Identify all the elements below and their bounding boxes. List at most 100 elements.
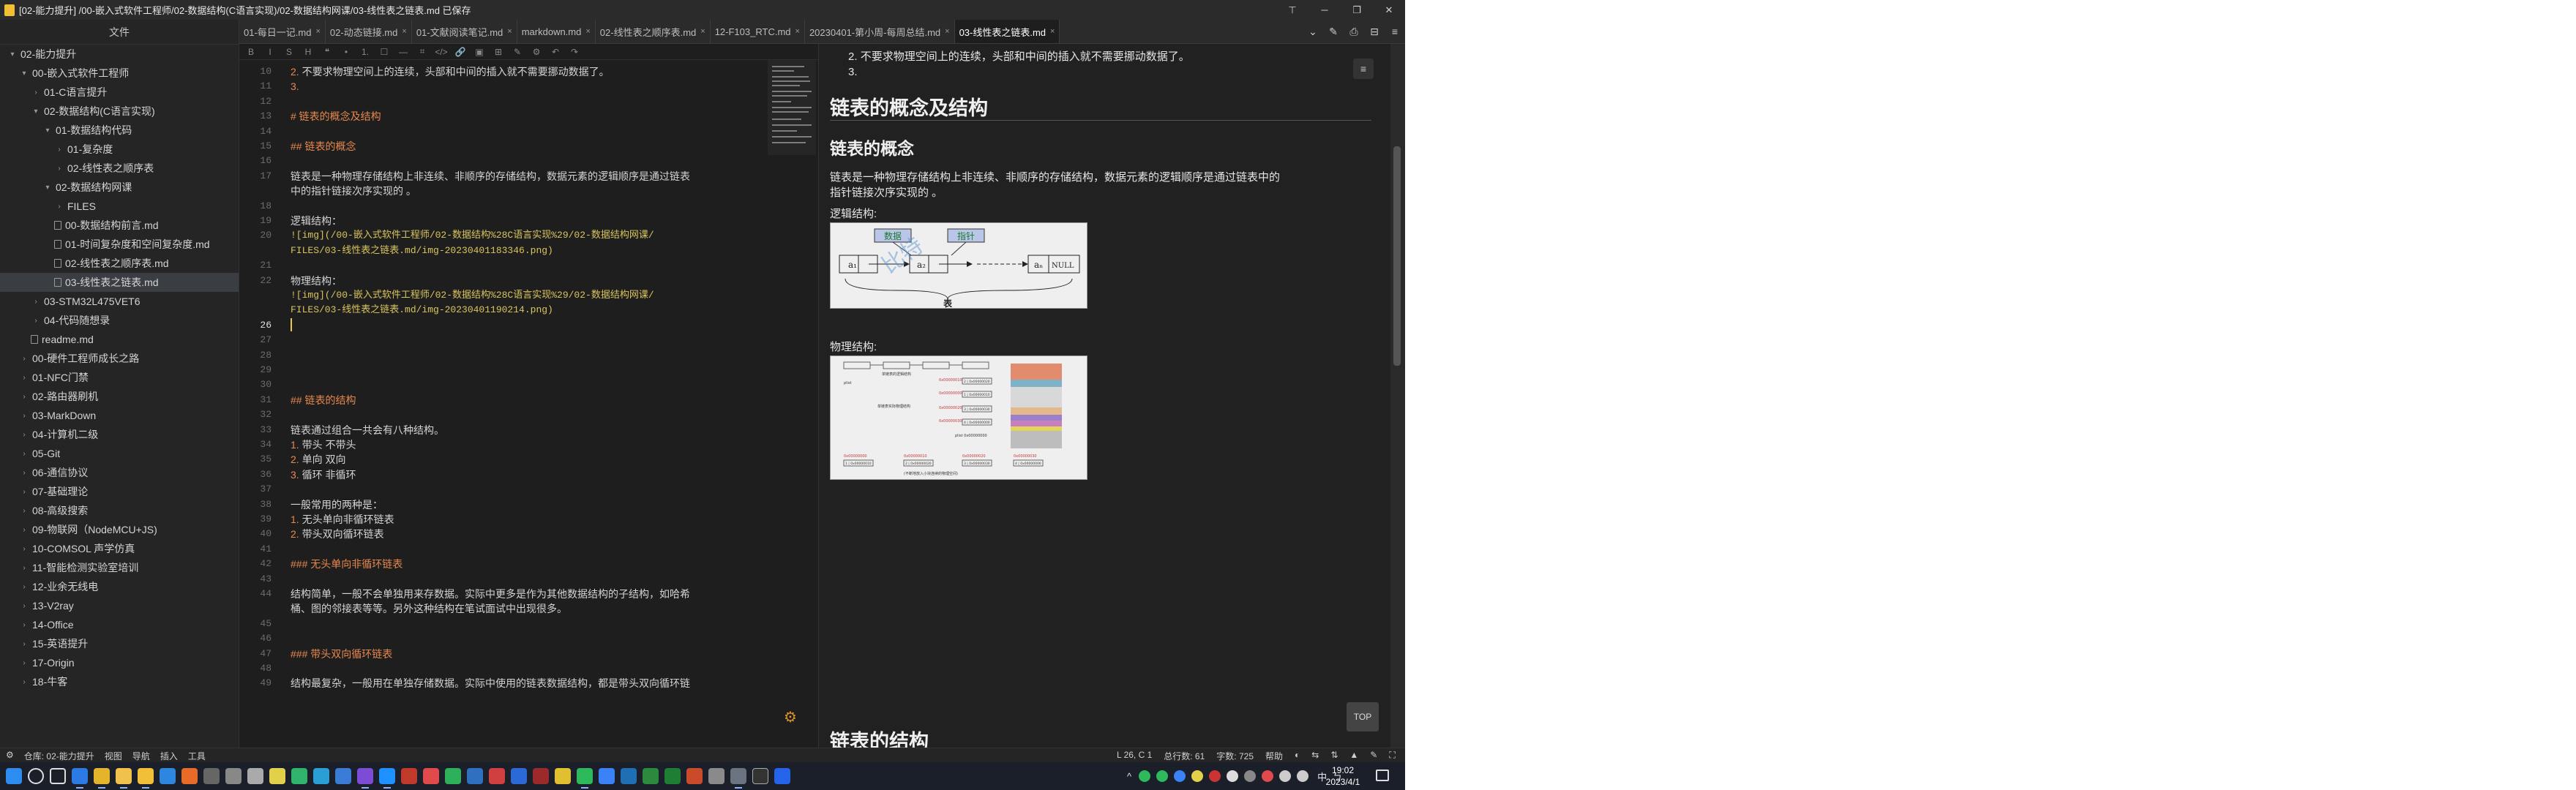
chevron-right-icon[interactable]: › (19, 583, 29, 591)
app-icon[interactable] (247, 768, 263, 784)
print-icon[interactable]: ⎙ (1344, 26, 1364, 38)
toolbar-button[interactable]: ▣ (472, 47, 487, 57)
chevron-right-icon[interactable]: › (54, 203, 64, 211)
status-button[interactable]: ⇅ (1330, 750, 1338, 762)
status-menu-item[interactable]: 导航 (132, 750, 150, 762)
toolbar-button[interactable]: ❝ (320, 47, 334, 57)
chevron-right-icon[interactable]: › (19, 507, 29, 515)
tree-folder-item[interactable]: › 17-Origin (0, 653, 239, 672)
status-menu-item[interactable]: 仓库: 02-能力提升 (24, 750, 94, 762)
chevron-right-icon[interactable]: › (31, 317, 41, 325)
close-icon[interactable]: × (700, 27, 705, 36)
close-icon[interactable]: × (945, 27, 949, 36)
tree-folder-item[interactable]: › 14-Office (0, 615, 239, 634)
tab-5[interactable]: 12-F103_RTC.md × (711, 20, 805, 43)
tree-file-item[interactable]: 01-时间复杂度和空间复杂度.md (0, 235, 239, 254)
toolbar-button[interactable]: • (339, 47, 353, 57)
chevron-right-icon[interactable]: › (19, 374, 29, 382)
wechat-icon[interactable] (577, 768, 593, 789)
app-icon[interactable] (621, 768, 637, 784)
toolbar-button[interactable]: I (263, 47, 277, 57)
word-icon[interactable] (511, 768, 527, 784)
chevron-right-icon[interactable]: › (54, 146, 64, 154)
app-icon[interactable] (555, 768, 571, 784)
tab-6[interactable]: 20230401-第小周-每周总结.md × (805, 20, 955, 43)
chevron-down-icon[interactable]: ▾ (42, 127, 53, 135)
toolbar-button[interactable]: ⚙ (529, 47, 544, 57)
status-menu-item[interactable]: 视图 (105, 750, 122, 762)
terminal-icon[interactable] (752, 768, 768, 784)
minimap[interactable] (768, 60, 816, 155)
app-icon[interactable] (401, 768, 417, 784)
notes-app-icon[interactable] (138, 768, 154, 789)
tree-folder-item[interactable]: › 15-英语提升 (0, 634, 239, 653)
status-menu-item[interactable]: 插入 (160, 750, 178, 762)
firefox-icon[interactable] (181, 768, 198, 784)
chevron-right-icon[interactable]: › (19, 564, 29, 572)
chevron-down-icon[interactable]: ▾ (19, 69, 29, 78)
chevron-right-icon[interactable]: › (19, 431, 29, 439)
tree-folder-item[interactable]: › 08-高级搜索 (0, 501, 239, 520)
app-icon[interactable] (313, 768, 329, 784)
settings-gear-icon[interactable]: ⚙ (6, 750, 14, 762)
app-icon[interactable] (467, 768, 483, 784)
tree-file-item[interactable]: 03-线性表之链表.md (0, 273, 239, 292)
status-button[interactable]: 帮助 (1265, 750, 1283, 762)
tree-folder-item[interactable]: › 01-复杂度 (0, 140, 239, 159)
app-icon[interactable] (489, 768, 505, 784)
toolbar-button[interactable]: ⌗ (415, 46, 430, 57)
search-icon[interactable] (28, 768, 44, 784)
visual-studio-icon[interactable] (357, 768, 373, 789)
tree-folder-item[interactable]: › 00-硬件工程师成长之路 (0, 349, 239, 368)
tree-folder-item[interactable]: › 13-V2ray (0, 596, 239, 615)
chevron-down-icon[interactable]: ▾ (42, 184, 53, 192)
toolbar-button[interactable]: ↶ (548, 47, 563, 57)
tree-folder-item[interactable]: › 10-COMSOL 声学仿真 (0, 539, 239, 558)
tab-1[interactable]: 02-动态链接.md × (326, 20, 412, 43)
start-icon[interactable] (6, 768, 22, 784)
status-button[interactable]: ⇆ (1311, 750, 1319, 762)
split-view-icon[interactable]: ⊟ (1364, 26, 1385, 38)
toolbar-button[interactable]: S (282, 47, 296, 57)
toc-button[interactable]: ≡ (1353, 59, 1374, 79)
toolbar-button[interactable]: — (396, 47, 411, 57)
tree-folder-item[interactable]: ▾ 02-数据结构(C语言实现) (0, 102, 239, 121)
vscode-icon[interactable] (379, 768, 395, 789)
system-clock[interactable]: 19:02 2023/4/1 (1317, 764, 1368, 788)
chevron-right-icon[interactable]: › (19, 621, 29, 629)
chevron-right-icon[interactable]: › (31, 298, 41, 306)
tray-app-icon[interactable] (1191, 770, 1204, 782)
scroll-thumb[interactable] (1393, 146, 1401, 366)
minimize-button[interactable]: ─ (1308, 0, 1341, 20)
markdown-editor[interactable]: B I S H ❝ • 1. ☐ — ⌗ </> 🔗 ▣ ⊞ ✎ ⚙ ↶ ↷ 10 2. 不要求物理空间上的连续，头… (239, 44, 819, 748)
tree-folder-item[interactable]: › 05-Git (0, 444, 239, 463)
app-icon[interactable] (533, 768, 549, 784)
app-icon[interactable] (599, 768, 615, 784)
chevron-right-icon[interactable]: › (19, 602, 29, 610)
notification-icon[interactable] (1376, 770, 1389, 781)
tree-folder-item[interactable]: ▾ 02-数据结构网课 (0, 178, 239, 197)
tree-folder-item[interactable]: › FILES (0, 197, 239, 216)
network-icon[interactable] (1279, 770, 1292, 782)
maximize-button[interactable]: ❐ (1341, 0, 1373, 20)
tree-folder-item[interactable]: ▾ 00-嵌入式软件工程师 (0, 64, 239, 83)
close-icon[interactable]: × (585, 27, 590, 36)
tree-folder-item[interactable]: › 04-计算机二级 (0, 425, 239, 444)
chevron-right-icon[interactable]: › (19, 526, 29, 534)
tray-app-icon[interactable] (1139, 770, 1151, 782)
tab-dropdown-icon[interactable]: ⌄ (1303, 26, 1323, 38)
close-icon[interactable]: × (795, 27, 800, 36)
toolbar-button[interactable]: B (244, 47, 258, 57)
app-icon[interactable] (774, 768, 790, 784)
close-icon[interactable]: × (507, 27, 512, 36)
app-icon[interactable] (643, 768, 659, 784)
chevron-right-icon[interactable]: › (19, 469, 29, 477)
app-icon[interactable] (708, 768, 724, 784)
tree-folder-item[interactable]: › 02-线性表之顺序表 (0, 159, 239, 178)
tree-file-item[interactable]: 00-数据结构前言.md (0, 216, 239, 235)
chrome-icon[interactable] (94, 768, 110, 789)
toolbar-button[interactable]: ✎ (510, 47, 525, 57)
app-icon[interactable] (423, 768, 439, 784)
tree-folder-item[interactable]: › 03-STM32L475VET6 (0, 292, 239, 311)
markdown-preview[interactable]: 2. 不要求物理空间上的连续，头部和中间的插入就不需要挪动数据了。 3. ≡ 链… (819, 44, 1390, 748)
